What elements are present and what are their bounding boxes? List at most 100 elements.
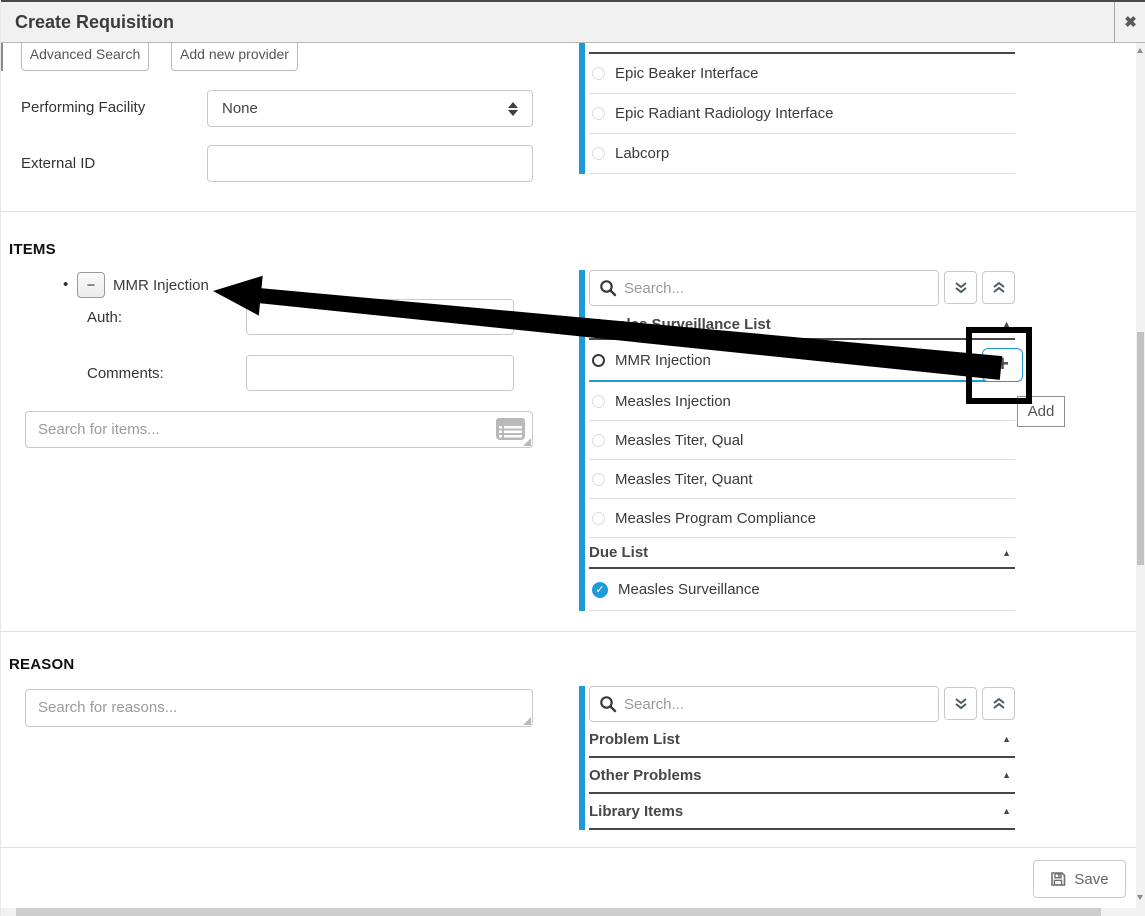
list-item[interactable]: Measles Titer, Quant (589, 460, 1015, 499)
list-item-label: MMR Injection (615, 352, 711, 369)
reason-search-input[interactable] (25, 689, 533, 727)
list-item[interactable]: Epic Radiant Radiology Interface (589, 94, 1015, 134)
select-value: None (222, 100, 258, 117)
list-item-label: Labcorp (615, 145, 669, 162)
save-button-label: Save (1074, 871, 1108, 888)
collapse-icon[interactable]: ▲ (1002, 319, 1015, 329)
items-panel-search-input[interactable] (589, 270, 939, 306)
radio-icon (592, 395, 605, 408)
group-title: Problem List (589, 731, 680, 748)
items-search-input[interactable] (25, 411, 533, 448)
quick-list-panel: Quick List Epic Beaker Interface Epic Ra… (579, 26, 1015, 174)
radio-icon (592, 473, 605, 486)
add-tooltip: Add (1017, 396, 1065, 427)
radio-icon (592, 67, 605, 80)
performing-facility-label: Performing Facility (21, 99, 145, 116)
list-item-label: Measles Titer, Qual (615, 432, 743, 449)
double-chevron-down-icon (954, 697, 968, 711)
radio-icon (592, 147, 605, 160)
save-button[interactable]: Save (1033, 860, 1126, 898)
titlebar: Create Requisition ✖ (1, 0, 1145, 43)
search-icon (599, 279, 617, 297)
section-divider (1, 631, 1136, 632)
reason-panel-search-input[interactable] (589, 686, 939, 722)
radio-icon (592, 107, 605, 120)
close-button[interactable]: ✖ (1114, 2, 1145, 42)
selected-item-label: MMR Injection (113, 277, 209, 294)
items-picker-panel: Measles Surveillance List ▲ MMR Injectio… (579, 270, 1015, 611)
expand-all-button[interactable] (944, 271, 977, 304)
scroll-up-icon[interactable] (1137, 48, 1143, 53)
collapse-icon[interactable]: ▲ (1002, 770, 1015, 780)
reason-section-title: REASON (9, 656, 74, 673)
save-floppy-icon (1050, 871, 1066, 887)
resize-grip-icon[interactable] (523, 438, 531, 446)
add-tooltip-label: Add (1028, 403, 1055, 420)
external-id-label: External ID (21, 155, 95, 172)
list-item[interactable]: Measles Program Compliance (589, 499, 1015, 538)
dialog-title: Create Requisition (15, 12, 174, 33)
remove-item-button[interactable]: − (77, 272, 105, 298)
list-item[interactable]: Measles Titer, Qual (589, 421, 1015, 460)
group-header-library-items[interactable]: Library Items ▲ (589, 794, 1015, 830)
group-header-measles-surveillance-list[interactable]: Measles Surveillance List ▲ (589, 310, 1015, 340)
external-id-field[interactable] (207, 145, 533, 182)
radio-icon (592, 512, 605, 525)
comments-field[interactable] (246, 355, 514, 391)
panel-accent-bar (579, 26, 585, 174)
scroll-down-icon[interactable] (1137, 895, 1143, 900)
performing-facility-select[interactable]: None (207, 90, 533, 127)
group-header-other-problems[interactable]: Other Problems ▲ (589, 758, 1015, 794)
items-search-box (25, 411, 533, 448)
group-header-problem-list[interactable]: Problem List ▲ (589, 722, 1015, 758)
double-chevron-up-icon (992, 697, 1006, 711)
list-item[interactable]: Measles Injection (589, 382, 1015, 421)
vertical-scrollbar[interactable] (1136, 43, 1145, 908)
list-item-label: Epic Radiant Radiology Interface (615, 105, 833, 122)
list-item[interactable]: Labcorp (589, 134, 1015, 174)
collapse-icon[interactable]: ▲ (1002, 548, 1015, 558)
add-item-plus-button[interactable]: + (982, 348, 1023, 382)
list-item-label: Measles Surveillance (618, 581, 760, 598)
list-item-label: Measles Titer, Quant (615, 471, 753, 488)
vertical-scrollbar-thumb[interactable] (1137, 332, 1144, 565)
list-item[interactable]: ✓ Measles Surveillance (589, 569, 1015, 611)
create-requisition-dialog: Quick List Epic Beaker Interface Epic Ra… (0, 0, 1145, 916)
double-chevron-up-icon (992, 281, 1006, 295)
section-divider (1, 211, 1136, 212)
reason-search-box (25, 689, 533, 727)
footer-divider (1, 847, 1136, 848)
list-item-label: Measles Program Compliance (615, 510, 816, 527)
bullet-icon: • (63, 276, 68, 293)
list-icon (495, 417, 526, 441)
panel-accent-bar (579, 686, 585, 830)
select-arrows-icon (508, 102, 518, 116)
close-icon: ✖ (1124, 13, 1137, 31)
search-icon (599, 695, 617, 713)
expand-all-button[interactable] (944, 687, 977, 720)
list-item-label: Measles Injection (615, 393, 731, 410)
group-title: Other Problems (589, 767, 702, 784)
list-item[interactable]: Epic Beaker Interface (589, 54, 1015, 94)
group-title: Measles Surveillance List (589, 316, 771, 333)
resize-grip-icon[interactable] (523, 717, 531, 725)
radio-icon (592, 434, 605, 447)
items-section-title: ITEMS (9, 241, 56, 258)
group-title: Library Items (589, 803, 683, 820)
collapse-icon[interactable]: ▲ (1002, 734, 1015, 744)
horizontal-scrollbar-thumb[interactable] (16, 908, 1101, 916)
collapse-all-button[interactable] (982, 271, 1015, 304)
horizontal-scrollbar[interactable] (1, 908, 1145, 916)
collapse-icon[interactable]: ▲ (1002, 806, 1015, 816)
list-item-label: Epic Beaker Interface (615, 65, 758, 82)
auth-field[interactable] (246, 299, 514, 335)
radio-icon (592, 354, 605, 367)
double-chevron-down-icon (954, 281, 968, 295)
item-list-picker-button[interactable] (495, 417, 526, 441)
group-title: Due List (589, 544, 648, 561)
group-header-due-list[interactable]: Due List ▲ (589, 538, 1015, 569)
clipped-element-edge (1, 43, 3, 71)
list-item[interactable]: MMR Injection (589, 340, 1015, 382)
panel-accent-bar (579, 270, 585, 611)
collapse-all-button[interactable] (982, 687, 1015, 720)
